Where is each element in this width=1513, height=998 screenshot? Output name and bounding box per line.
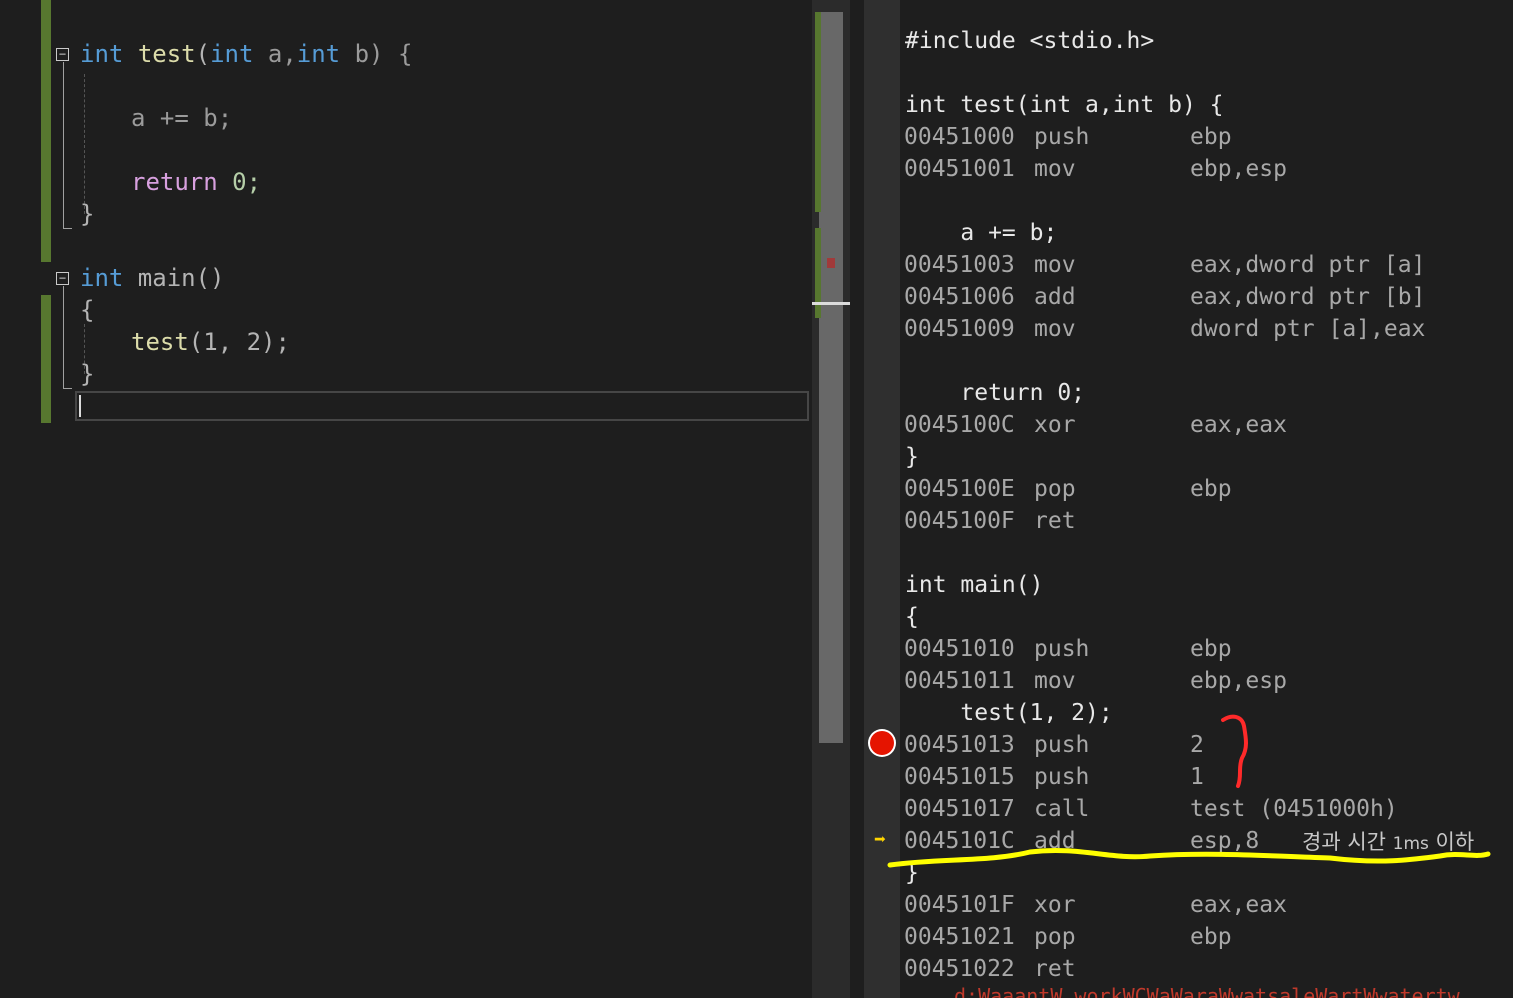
disasm-mnemonic: xor [1034,412,1076,438]
disasm-address[interactable]: 0045101C [904,826,1015,856]
disasm-mnemonic: mov [1034,316,1076,342]
code-line-add[interactable]: a += b; [131,102,232,134]
disasm-operand: ebp [1190,924,1232,950]
disasm-address[interactable]: 00451021 [904,922,1015,952]
disasm-address[interactable]: 00451022 [904,954,1015,984]
disasm-address[interactable]: 0045100F [904,506,1015,536]
disasm-address[interactable]: 00451001 [904,154,1015,184]
indent-guide [84,74,85,214]
disasm-operand: 1 [1190,764,1204,790]
code-line-return[interactable]: return 0; [131,166,261,198]
text-caret [79,395,81,417]
disasm-address[interactable]: 00451010 [904,634,1015,664]
fold-toggle-main[interactable]: − [56,272,69,285]
code-line-open-brace[interactable]: { [80,294,94,326]
disasm-mnemonic: mov [1034,252,1076,278]
fold-end [63,388,72,389]
disasm-address[interactable]: 0045100E [904,474,1015,504]
disasm-address[interactable]: 00451009 [904,314,1015,344]
path-text: d:WaaantW workWCWaWaraWwatsaleWartWwater… [954,984,1460,998]
disasm-address[interactable]: 00451017 [904,794,1015,824]
fold-end [63,228,72,229]
disasm-operand: eax,dword ptr [b] [1190,284,1426,310]
scrollbar-breakpoint-marker [827,258,835,268]
disasm-mnemonic: push [1034,732,1090,758]
disasm-operand: ebp [1190,636,1232,662]
fold-line [63,62,64,228]
disasm-mnemonic: call [1034,796,1090,822]
elapsed-time-tip: 경과 시간 1ms 이하 [1302,830,1475,854]
disasm-mnemonic: pop [1034,476,1076,502]
disasm-source-line[interactable]: } [905,442,919,472]
disasm-operand: ebp,esp [1190,668,1287,694]
disasm-address[interactable]: 00451000 [904,122,1015,152]
disasm-operand: ebp [1190,124,1232,150]
disasm-source-line[interactable]: return 0; [905,378,1085,408]
disasm-mnemonic: mov [1034,668,1076,694]
disasm-mnemonic: ret [1034,508,1076,534]
disasm-address[interactable]: 00451011 [904,666,1015,696]
disasm-source-line[interactable]: int main() [905,570,1043,600]
change-indicator [41,0,51,262]
code-line-main-signature[interactable]: int main() [80,262,225,294]
disasm-mnemonic: ret [1034,956,1076,982]
red-brace-mark [1221,714,1248,788]
source-editor[interactable]: − − int test(int a,int b) { a += b; retu… [0,0,812,998]
breakpoint-icon[interactable] [870,731,894,755]
disasm-operand: eax,dword ptr [a] [1190,252,1426,278]
disasm-source-line[interactable]: test(1, 2); [905,698,1112,728]
disasm-mnemonic: push [1034,124,1090,150]
fold-toggle-test[interactable]: − [56,48,69,61]
disasm-source-line[interactable]: } [905,858,919,888]
disasm-source-line[interactable]: #include <stdio.h> [905,26,1154,56]
disasm-mnemonic: xor [1034,892,1076,918]
code-line-test-signature[interactable]: int test(int a,int b) { [80,38,412,70]
disasm-address[interactable]: 00451003 [904,250,1015,280]
disasm-source-line[interactable]: int test(int a,int b) { [905,90,1224,120]
disasm-source-line[interactable]: a += b; [905,218,1057,248]
disasm-mnemonic: add [1034,828,1076,854]
disasm-address[interactable]: 00451015 [904,762,1015,792]
disasm-mnemonic: add [1034,284,1076,310]
disasm-operand: eax,eax [1190,892,1287,918]
disasm-mnemonic: pop [1034,924,1076,950]
current-line-highlight [75,391,809,421]
disasm-operand: ebp [1190,476,1232,502]
disassembly-window[interactable]: #include <stdio.h> int test(int a,int b) … [850,0,1513,998]
disasm-operand: 2 [1190,732,1204,758]
disasm-operand: dword ptr [a],eax [1190,316,1426,342]
fold-line [63,286,64,388]
change-indicator [41,295,51,423]
disasm-mnemonic: push [1034,764,1090,790]
code-line-close-brace[interactable]: } [80,358,94,390]
code-line-call-test[interactable]: test(1, 2); [131,326,290,358]
scrollbar-thumb[interactable] [819,12,843,743]
disasm-address[interactable]: 00451013 [904,730,1015,760]
scrollbar-change-marker [815,12,821,212]
disasm-operand: esp,8 [1190,828,1260,854]
disasm-operand: ebp,esp [1190,156,1287,182]
disasm-address[interactable]: 0045100C [904,410,1015,440]
disasm-mnemonic: mov [1034,156,1076,182]
disasm-operand: test (0451000h) [1190,796,1398,822]
code-line-close-brace[interactable]: } [80,198,94,230]
disasm-address[interactable]: 00451006 [904,282,1015,312]
disasm-mnemonic: push [1034,636,1090,662]
disasm-operand: eax,eax [1190,412,1287,438]
disasm-source-line[interactable]: { [905,602,919,632]
scrollbar-caret-marker [812,302,850,305]
disasm-address[interactable]: 0045101F [904,890,1015,920]
instruction-pointer-icon: ➡ [874,827,887,851]
